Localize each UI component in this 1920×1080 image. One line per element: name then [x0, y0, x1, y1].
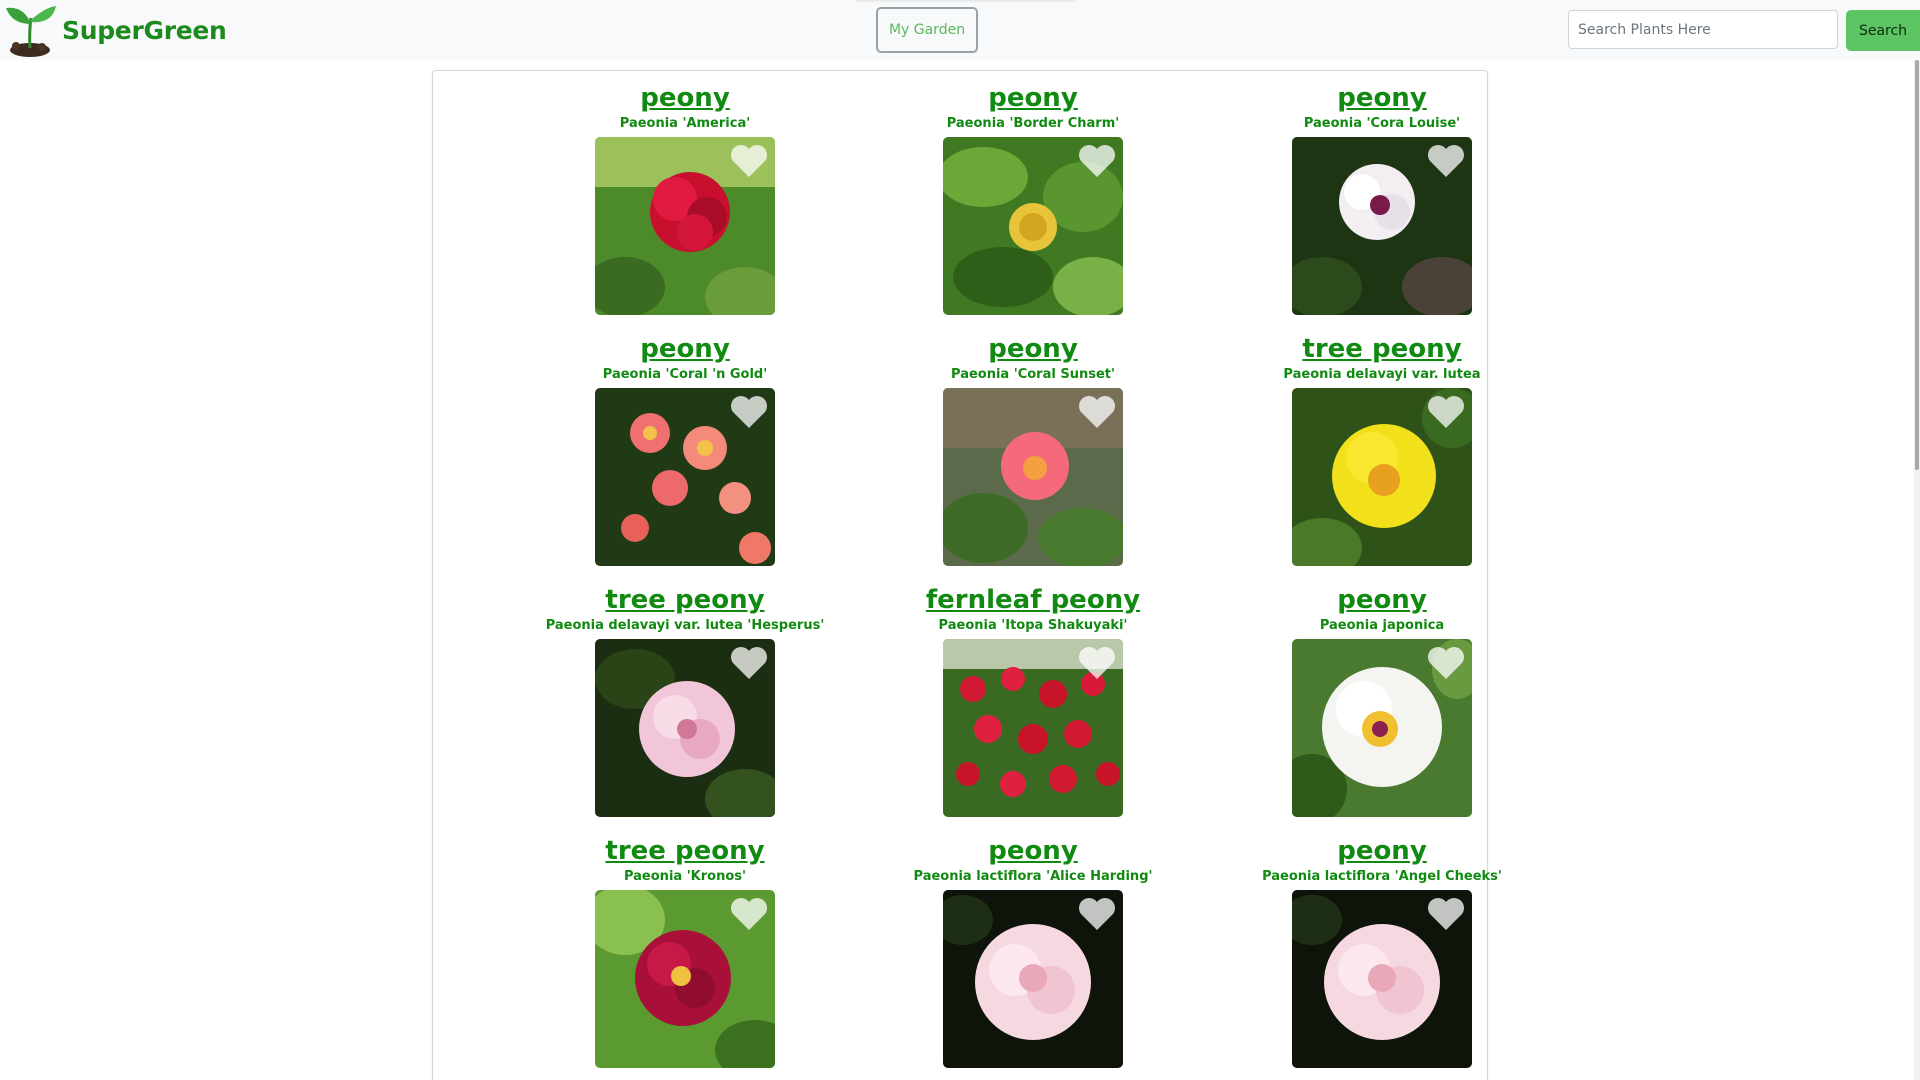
plant-card: tree peony Paeonia delavayi var. lutea: [1212, 334, 1552, 584]
plant-card: tree peony Paeonia delavayi var. lutea '…: [515, 585, 855, 835]
plant-card: tree peony Paeonia 'Kronos': [515, 836, 855, 1080]
plant-card: peony Paeonia lactiflora 'Alice Harding': [863, 836, 1203, 1080]
plant-common-name-link[interactable]: fernleaf peony: [863, 585, 1203, 615]
plant-photo[interactable]: [1292, 137, 1472, 315]
plant-scientific-name: Paeonia 'America': [619, 116, 751, 131]
favorite-heart-icon[interactable]: [729, 394, 769, 430]
plant-photo[interactable]: [943, 137, 1123, 315]
plant-scientific-name: Paeonia lactiflora 'Angel Cheeks': [1262, 869, 1502, 884]
plant-card: peony Paeonia 'Border Charm': [863, 83, 1203, 333]
my-garden-button[interactable]: My Garden: [876, 7, 978, 53]
plant-common-name-link[interactable]: peony: [1212, 83, 1552, 113]
favorite-heart-icon[interactable]: [1077, 394, 1117, 430]
plant-photo[interactable]: [943, 388, 1123, 566]
favorite-heart-icon[interactable]: [1426, 896, 1466, 932]
plant-common-name-link[interactable]: tree peony: [515, 585, 855, 615]
favorite-heart-icon[interactable]: [1426, 645, 1466, 681]
favorite-heart-icon[interactable]: [729, 143, 769, 179]
plant-common-name-link[interactable]: peony: [1212, 836, 1552, 866]
brand-link[interactable]: SuperGreen: [4, 2, 227, 58]
search-input[interactable]: [1568, 10, 1838, 49]
nav-divider: [855, 0, 1075, 3]
plant-results-card: peony Paeonia 'America' peony Paeonia 'B…: [432, 70, 1502, 1080]
sprout-logo-icon: [6, 6, 56, 57]
plant-photo[interactable]: [943, 890, 1123, 1068]
plant-photo[interactable]: [595, 639, 775, 817]
favorite-heart-icon[interactable]: [1426, 143, 1466, 179]
brand-title: SuperGreen: [62, 15, 227, 45]
favorite-heart-icon[interactable]: [1077, 143, 1117, 179]
plant-scientific-name: Paeonia 'Kronos': [623, 869, 746, 884]
plant-common-name-link[interactable]: peony: [863, 334, 1203, 364]
plant-photo[interactable]: [1292, 639, 1472, 817]
favorite-heart-icon[interactable]: [729, 896, 769, 932]
plant-card: peony Paeonia japonica: [1212, 585, 1552, 835]
plant-scientific-name: Paeonia 'Cora Louise': [1303, 116, 1461, 131]
plant-card: peony Paeonia 'Coral 'n Gold': [515, 334, 855, 584]
search-button[interactable]: Search: [1846, 10, 1920, 51]
plant-common-name-link[interactable]: tree peony: [1212, 334, 1552, 364]
plant-photo[interactable]: [943, 639, 1123, 817]
plant-card: peony Paeonia 'Coral Sunset': [863, 334, 1203, 584]
plant-photo[interactable]: [1292, 388, 1472, 566]
plant-photo[interactable]: [595, 137, 775, 315]
navbar: SuperGreen My Garden Search: [0, 0, 1920, 60]
favorite-heart-icon[interactable]: [1426, 394, 1466, 430]
plant-common-name-link[interactable]: peony: [515, 83, 855, 113]
plant-scientific-name: Paeonia 'Border Charm': [946, 116, 1120, 131]
plant-common-name-link[interactable]: peony: [1212, 585, 1552, 615]
plant-card: peony Paeonia lactiflora 'Angel Cheeks': [1212, 836, 1552, 1080]
plant-card: fernleaf peony Paeonia 'Itopa Shakuyaki': [863, 585, 1203, 835]
plant-scientific-name: Paeonia delavayi var. lutea 'Hesperus': [545, 618, 825, 633]
plant-scientific-name: Paeonia 'Coral Sunset': [951, 367, 1115, 382]
plant-common-name-link[interactable]: tree peony: [515, 836, 855, 866]
plant-photo[interactable]: [595, 890, 775, 1068]
plant-card: peony Paeonia 'Cora Louise': [1212, 83, 1552, 333]
plant-common-name-link[interactable]: peony: [515, 334, 855, 364]
favorite-heart-icon[interactable]: [729, 645, 769, 681]
favorite-heart-icon[interactable]: [1077, 645, 1117, 681]
vertical-scrollbar-thumb[interactable]: [1915, 60, 1919, 470]
plant-scientific-name: Paeonia 'Coral 'n Gold': [602, 367, 768, 382]
plant-common-name-link[interactable]: peony: [863, 83, 1203, 113]
plant-scientific-name: Paeonia delavayi var. lutea: [1283, 367, 1481, 382]
plant-scientific-name: Paeonia lactiflora 'Alice Harding': [913, 869, 1153, 884]
plant-photo[interactable]: [595, 388, 775, 566]
plant-card: peony Paeonia 'America': [515, 83, 855, 333]
plant-photo[interactable]: [1292, 890, 1472, 1068]
favorite-heart-icon[interactable]: [1077, 896, 1117, 932]
plant-common-name-link[interactable]: peony: [863, 836, 1203, 866]
plant-scientific-name: Paeonia 'Itopa Shakuyaki': [938, 618, 1128, 633]
plant-scientific-name: Paeonia japonica: [1319, 618, 1445, 633]
